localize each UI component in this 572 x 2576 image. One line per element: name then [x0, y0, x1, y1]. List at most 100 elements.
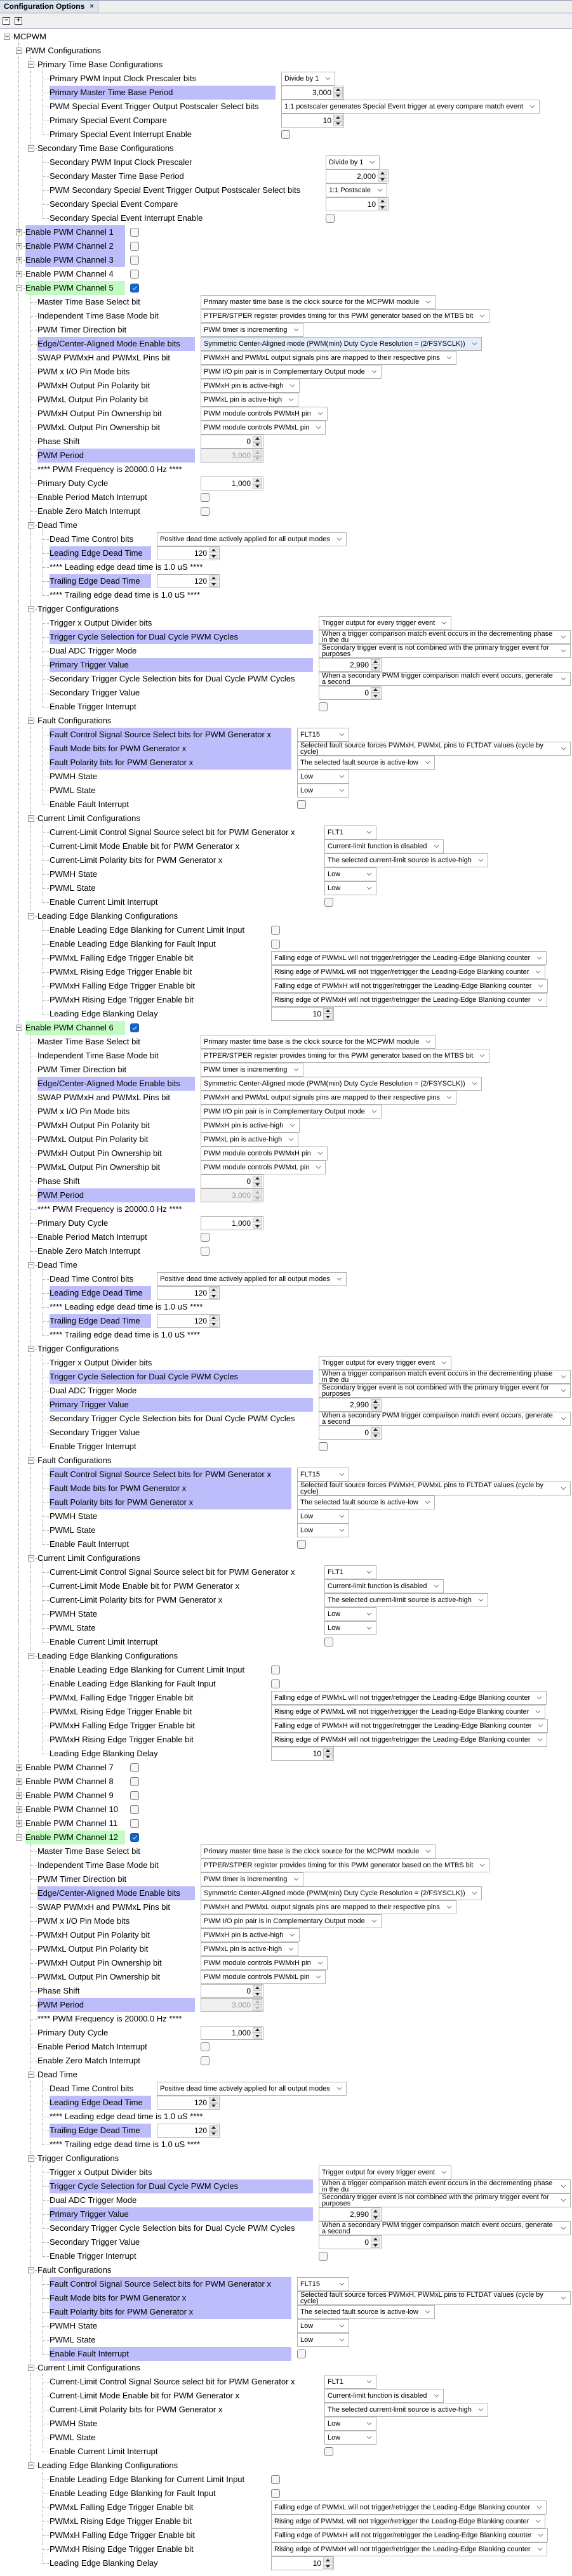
spin-down-button[interactable]	[378, 176, 387, 182]
checkbox[interactable]	[271, 926, 280, 935]
spin-up-button[interactable]	[209, 548, 218, 553]
dropdown[interactable]: PWMxH pin is active-high	[201, 1928, 300, 1942]
dropdown[interactable]: PWM timer is incrementing	[201, 1872, 304, 1886]
collapse-icon[interactable]: −	[16, 1025, 22, 1031]
checkbox[interactable]	[271, 2475, 280, 2484]
expand-all-button[interactable]: +	[15, 17, 22, 25]
checkbox[interactable]	[201, 2042, 210, 2051]
tree-node-dead-time[interactable]: − Dead Time	[0, 1258, 572, 1272]
tree-node-leading-edge-blanking-configurations[interactable]: − Leading Edge Blanking Configurations	[0, 2459, 572, 2473]
dropdown[interactable]: Positive dead time actively applied for …	[157, 2082, 347, 2096]
collapse-icon[interactable]: −	[28, 913, 34, 919]
checkbox[interactable]	[297, 1540, 306, 1549]
spin-down-button[interactable]	[253, 1223, 262, 1229]
collapse-icon[interactable]: −	[28, 62, 34, 68]
spin-down-button[interactable]	[253, 1991, 262, 1997]
dropdown[interactable]: Current-limit function is disabled	[324, 2389, 444, 2403]
dropdown[interactable]: Falling edge of PWMxH will not trigger/r…	[271, 2528, 549, 2542]
spin-down-button[interactable]	[378, 204, 387, 210]
number-spinner[interactable]: 120	[157, 1286, 220, 1300]
dropdown[interactable]: Current-limit function is disabled	[324, 1579, 444, 1593]
checkbox[interactable]	[271, 2489, 280, 2498]
dropdown[interactable]: PWM module controls PWMxL pin	[201, 1970, 326, 1984]
expand-icon[interactable]: +	[16, 1806, 22, 1813]
tree-node-leading-edge-blanking-configurations[interactable]: − Leading Edge Blanking Configurations	[0, 909, 572, 923]
dropdown[interactable]: PWMxL pin is active-high	[201, 393, 299, 407]
collapse-icon[interactable]: −	[28, 2267, 34, 2273]
dropdown[interactable]: Falling edge of PWMxL will not trigger/r…	[271, 1691, 547, 1705]
collapse-icon[interactable]: −	[28, 522, 34, 529]
expand-icon[interactable]: +	[16, 271, 22, 277]
dropdown[interactable]: Selected fault source forces PWMxH, PWMx…	[297, 2291, 571, 2305]
checkbox[interactable]	[319, 1442, 328, 1451]
dropdown[interactable]: When a secondary PWM trigger comparison …	[319, 672, 571, 686]
dropdown[interactable]: When a trigger comparison match event oc…	[319, 630, 571, 644]
spin-up-button[interactable]	[253, 1218, 262, 1223]
number-spinner[interactable]: 10	[281, 114, 344, 128]
dropdown[interactable]: PWM module controls PWMxH pin	[201, 407, 328, 421]
tree-node-current-limit-configurations[interactable]: − Current Limit Configurations	[0, 812, 572, 825]
dropdown[interactable]: PWM I/O pin pair is in Complementary Out…	[201, 365, 382, 379]
number-spinner[interactable]: 1,000	[201, 2026, 263, 2040]
spin-up-button[interactable]	[371, 687, 380, 693]
dropdown[interactable]: Rising edge of PWMxH will not trigger/re…	[271, 1733, 547, 1747]
number-spinner[interactable]: 3,000	[281, 86, 344, 100]
dropdown[interactable]: FLT1	[324, 2375, 376, 2389]
number-spinner[interactable]: 1,000	[201, 1216, 263, 1230]
spin-down-button[interactable]	[371, 2242, 380, 2248]
collapse-icon[interactable]: −	[28, 2365, 34, 2371]
checkbox[interactable]	[130, 1805, 139, 1814]
dropdown[interactable]: Falling edge of PWMxH will not trigger/r…	[271, 1719, 549, 1733]
dropdown[interactable]: The selected fault source is active-low	[297, 2305, 435, 2319]
dropdown[interactable]: Low	[297, 1523, 349, 1537]
collapse-all-button[interactable]: −	[3, 17, 10, 25]
dropdown[interactable]: PWMxH and PWMxL output signals pins are …	[201, 1091, 456, 1105]
dropdown[interactable]: Rising edge of PWMxH will not trigger/re…	[271, 993, 547, 1007]
dropdown[interactable]: The selected current-limit source is act…	[324, 1593, 488, 1607]
tree-node-enable-pwm-channel-1[interactable]: + Enable PWM Channel 1	[0, 225, 572, 239]
dropdown[interactable]: Low	[297, 2333, 349, 2347]
dropdown[interactable]: Trigger output for every trigger event	[319, 2165, 452, 2179]
checkbox[interactable]	[130, 1763, 139, 1772]
dropdown[interactable]: Secondary trigger event is not combined …	[319, 1384, 571, 1398]
number-spinner[interactable]: 120	[157, 1314, 220, 1328]
dropdown[interactable]: PWM module controls PWMxH pin	[201, 1956, 328, 1970]
tree-node-trigger-configurations[interactable]: − Trigger Configurations	[0, 1342, 572, 1356]
dropdown[interactable]: PWMxL pin is active-high	[201, 1942, 299, 1956]
collapse-icon[interactable]: −	[28, 1262, 34, 1268]
dropdown[interactable]: 1:1 postscaler generates Special Event t…	[281, 100, 540, 114]
dropdown[interactable]: Positive dead time actively applied for …	[157, 532, 347, 546]
collapse-icon[interactable]: −	[28, 1346, 34, 1352]
spin-down-button[interactable]	[333, 93, 343, 98]
checkbox[interactable]	[130, 270, 139, 279]
number-spinner[interactable]: 2,000	[326, 169, 389, 183]
dropdown[interactable]: Low	[324, 2431, 376, 2445]
spin-down-button[interactable]	[371, 693, 380, 699]
collapse-icon[interactable]: −	[28, 145, 34, 152]
checkbox[interactable]	[130, 1833, 139, 1842]
dropdown[interactable]: 1:1 Postscale	[326, 183, 388, 197]
dropdown[interactable]: Trigger output for every trigger event	[319, 1356, 452, 1370]
spin-down-button[interactable]	[209, 1321, 218, 1327]
spin-down-button[interactable]	[209, 553, 218, 559]
tree-node-pwm-configurations[interactable]: − PWM Configurations	[0, 44, 572, 58]
spin-up-button[interactable]	[333, 115, 343, 121]
dropdown[interactable]: Low	[324, 867, 376, 881]
spin-up-button[interactable]	[209, 1315, 218, 1321]
spin-up-button[interactable]	[378, 199, 387, 204]
dropdown[interactable]: The selected current-limit source is act…	[324, 853, 488, 867]
expand-icon[interactable]: +	[16, 1778, 22, 1785]
tree-node-fault-configurations[interactable]: − Fault Configurations	[0, 714, 572, 728]
dropdown[interactable]: PTPER/STPER register provides timing for…	[201, 1049, 490, 1063]
checkbox[interactable]	[281, 130, 290, 139]
dropdown[interactable]: Falling edge of PWMxL will not trigger/r…	[271, 2500, 547, 2514]
dropdown[interactable]: Low	[297, 1509, 349, 1523]
collapse-icon[interactable]: −	[28, 2155, 34, 2162]
collapse-icon[interactable]: −	[28, 815, 34, 822]
tree-node-fault-configurations[interactable]: − Fault Configurations	[0, 1454, 572, 1468]
number-spinner[interactable]: 2,990	[319, 2207, 382, 2221]
dropdown[interactable]: When a secondary PWM trigger comparison …	[319, 2221, 571, 2235]
dropdown[interactable]: PWM I/O pin pair is in Complementary Out…	[201, 1914, 382, 1928]
number-spinner[interactable]: 10	[326, 197, 389, 211]
tree-node-enable-pwm-channel-11[interactable]: + Enable PWM Channel 11	[0, 1817, 572, 1830]
